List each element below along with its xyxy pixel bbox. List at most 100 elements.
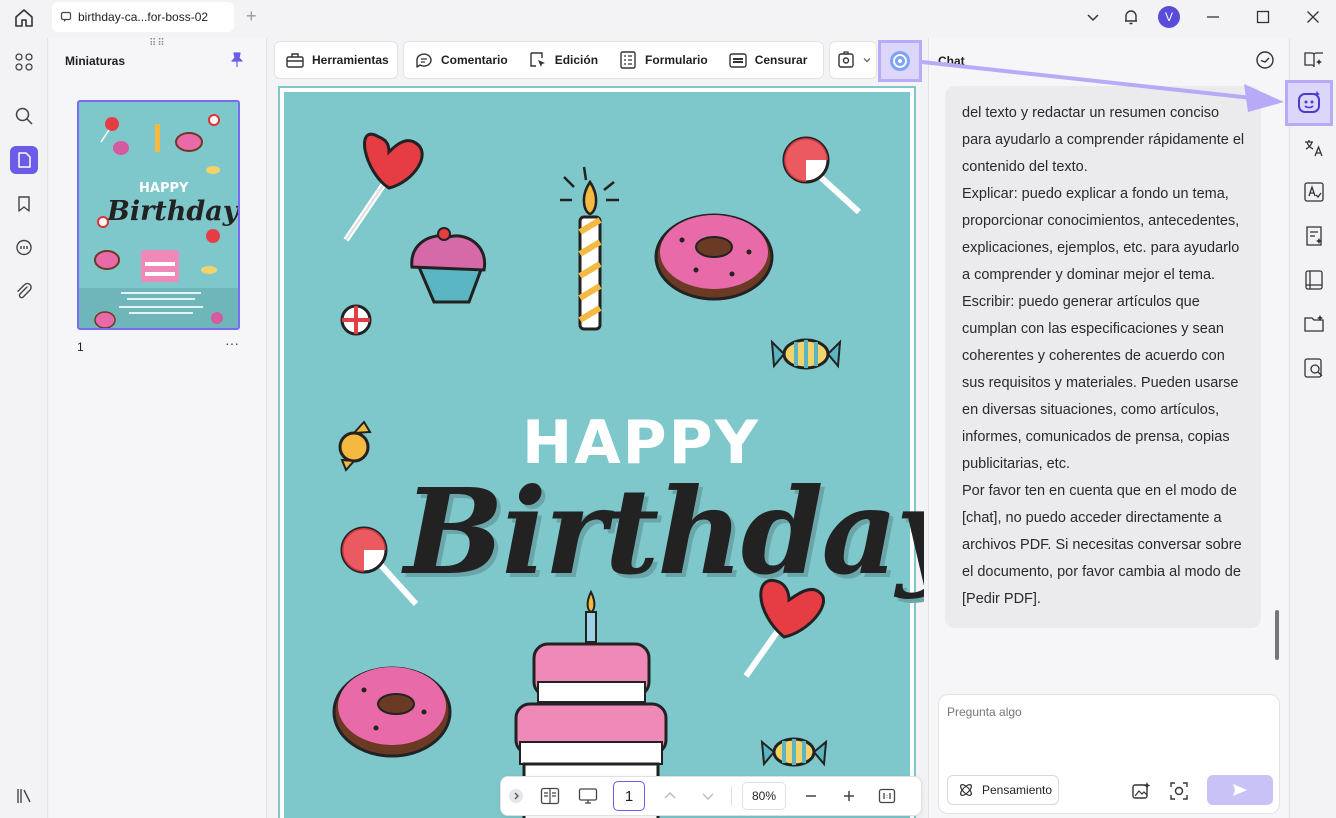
redact-label: Censurar [754,53,808,67]
summarize-icon[interactable] [1302,224,1326,248]
redact-icon [729,53,747,68]
edit-cursor-icon [529,52,545,67]
zoom-out-icon[interactable] [792,778,830,814]
user-avatar[interactable]: V [1152,0,1186,34]
ai-assistant-sidebar-button[interactable] [1285,80,1333,126]
history-clock-icon[interactable] [1255,50,1275,75]
ocr-search-icon[interactable] [1302,356,1326,380]
chat-title: Chat [938,54,965,68]
thinking-label: Pensamiento [982,783,1053,797]
chat-panel: Chat del texto y redactar un resumen con… [928,38,1288,818]
presentation-icon[interactable] [569,778,607,814]
image-sparkle-icon[interactable] [1129,779,1153,803]
message-paragraph: Explicar: puedo explicar a fondo un tema… [962,186,1240,283]
page-layout-icon[interactable] [531,778,569,814]
minimize-icon[interactable] [1190,0,1236,34]
screenshot-icon[interactable] [1167,779,1191,803]
thumbnail-page-number: 1 [77,340,84,354]
zoom-in-icon[interactable] [830,778,868,814]
atom-icon [960,784,972,796]
form-button[interactable]: Formulario [608,42,718,78]
panel-drag-handle[interactable]: ⠿⠿ [149,38,166,49]
redact-button[interactable]: Censurar [718,42,818,78]
main-toolbar: Herramientas Comentario Edición Formular… [272,38,924,82]
heart-lollipop-icon [363,132,424,190]
more-tools-button[interactable] [830,42,877,78]
comment-label: Comentario [441,53,508,67]
shapes-icon [838,51,854,68]
svg-text:HAPPY: HAPPY [139,181,189,196]
page-number-input[interactable]: 1 [613,781,645,811]
grammar-icon[interactable] [1302,180,1326,204]
next-page-icon[interactable] [689,778,727,814]
search-icon[interactable] [10,102,38,130]
cupcake-icon [416,265,485,304]
cake-icon [585,611,597,643]
fit-page-icon[interactable] [868,778,906,814]
ai-assistant-icon [1298,91,1320,113]
tools-label: Herramientas [312,53,389,67]
bell-icon[interactable] [1114,0,1148,34]
folder-icon[interactable] [1302,312,1326,336]
comment-icon[interactable] [10,234,38,262]
yellow-candy-icon [338,431,370,463]
page-icon[interactable] [10,146,38,174]
chevron-down-icon[interactable] [1076,0,1110,34]
edit-label: Edición [554,53,599,67]
zoom-level[interactable]: 80% [742,782,786,810]
document-view[interactable]: HAPPY Birthday [272,84,924,818]
avatar-initial: V [1158,6,1180,28]
chat-input-box: Pensamiento [938,694,1280,814]
thumbnail-more-button[interactable]: ··· [225,335,239,351]
new-tab-button[interactable]: + [246,6,257,27]
tools-button[interactable]: Herramientas [275,42,399,78]
home-icon[interactable] [12,6,36,30]
previous-page-icon[interactable] [651,778,689,814]
maximize-icon[interactable] [1240,0,1286,34]
chat-input[interactable] [947,705,1267,765]
ai-assistant-logo-icon [890,51,910,71]
message-paragraph: Por favor ten en cuenta que en el modo d… [962,483,1242,607]
tool-group-edit: Comentario Edición Formulario Censurar [403,41,824,79]
left-rail [0,38,48,818]
page-nav-bar: 1 80% [500,776,922,816]
separator [731,786,732,806]
svg-text:Birthday: Birthday [106,196,240,227]
chevron-down-small-icon [863,58,871,63]
page-thumbnail[interactable]: HAPPY Birthday [77,100,240,330]
pin-icon[interactable] [229,52,245,73]
toolbox-icon [286,53,304,68]
book-open-icon[interactable] [1302,48,1326,72]
ai-assistant-button[interactable] [878,40,922,82]
birthday-text: Birthday [404,462,924,601]
assistant-message: del texto y redactar un resumen conciso … [945,86,1261,628]
document-page: HAPPY Birthday [278,86,924,818]
tool-group-more [829,41,877,79]
thumbnails-title: Miniaturas [65,54,126,68]
reader-icon[interactable] [1302,268,1326,292]
send-icon [1233,784,1247,796]
document-tab[interactable]: birthday-ca...for-boss-02 [52,2,234,32]
tool-group-tools: Herramientas [274,41,398,79]
thumbnails-panel: ⠿⠿ Miniaturas HAPPY Birthday 1 ··· [49,38,267,818]
message-paragraph: del texto y redactar un resumen conciso … [962,105,1245,175]
edit-button[interactable]: Edición [518,42,608,78]
bookmark-icon[interactable] [10,190,38,218]
attachment-icon[interactable] [10,278,38,306]
document-tab-icon [60,11,72,22]
right-rail [1289,38,1336,818]
form-icon [620,51,636,69]
form-label: Formulario [645,53,708,67]
collapse-nav-icon[interactable] [501,778,531,814]
chat-scrollbar[interactable] [1275,610,1279,660]
translate-icon[interactable] [1302,136,1326,160]
send-button[interactable] [1207,775,1273,805]
sidebar-toggle-icon[interactable] [10,782,38,810]
thumbnail-preview: HAPPY Birthday [79,114,240,328]
message-paragraph: Escribir: puedo generar artículos que cu… [962,294,1239,472]
grid-icon[interactable] [10,48,38,76]
close-icon[interactable] [1290,0,1336,34]
document-tab-title: birthday-ca...for-boss-02 [78,10,209,24]
thinking-button[interactable]: Pensamiento [947,775,1059,805]
comment-button[interactable]: Comentario [404,42,518,78]
